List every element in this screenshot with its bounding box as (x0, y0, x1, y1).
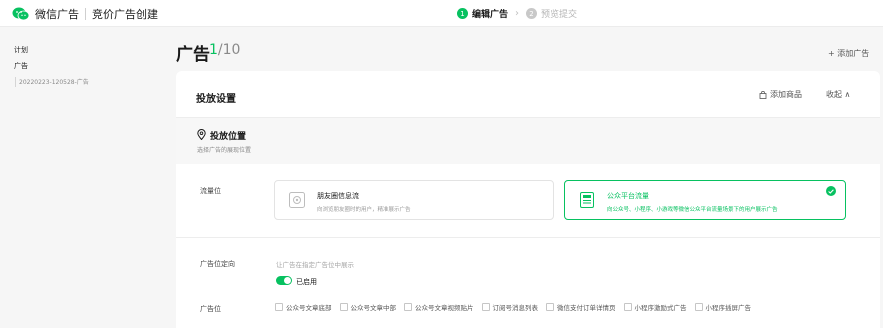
targeting-toggle[interactable] (276, 276, 292, 285)
position-checkbox-label: 公众号文章底部 (286, 304, 332, 312)
page-name: 竞价广告创建 (92, 8, 158, 21)
traffic-option-moments-desc: 向浏览朋友圈时的用户，精准展示广告 (317, 207, 411, 213)
position-checkbox[interactable]: 公众号文章底部 (275, 302, 332, 312)
traffic-option-official-platform-desc: 向公众号、小程序、小游戏等微信公众平台流量场景下的用户展示广告 (607, 207, 778, 213)
position-checkbox-label: 小程序插屏广告 (705, 304, 752, 312)
collapse-button[interactable]: 收起 ∧ (826, 89, 850, 100)
positions-label: 广告位 (200, 305, 221, 313)
targeting-hint: 让广告在指定广告位中展示 (276, 261, 354, 269)
step-arrow-icon: › (515, 8, 520, 19)
official-account-icon (580, 192, 594, 208)
location-pin-icon (197, 129, 206, 140)
step-2-number: 2 (526, 8, 538, 19)
delivery-settings-card: 投放设置 添加商品 收起 ∧ 投放位置 选择广告的展现位置 流量位 朋友圈信息流… (176, 71, 880, 328)
traffic-option-official-platform[interactable]: 公众平台流量 向公众号、小程序、小游戏等微信公众平台流量场景下的用户展示广告 (564, 180, 846, 220)
ad-count: 1/10 (209, 42, 240, 58)
sidebar-item-ad-entry[interactable]: 20220223-120528-广告 (19, 77, 89, 86)
checkbox-icon[interactable] (546, 303, 554, 311)
location-title: 投放位置 (210, 132, 247, 142)
ad-count-total: /10 (217, 42, 241, 58)
sidebar-tree-line (15, 77, 16, 87)
checkbox-icon[interactable] (339, 303, 348, 311)
checkbox-icon[interactable] (404, 303, 412, 311)
add-product-button[interactable]: 添加商品 (759, 89, 802, 100)
traffic-option-moments-title: 朋友圈信息流 (317, 192, 359, 200)
card-title: 投放设置 (196, 94, 236, 105)
section-divider (176, 237, 880, 238)
position-checkbox-label: 公众号文章视频贴片 (415, 304, 474, 312)
selected-check-icon (826, 186, 836, 196)
brand: 微信广告 竞价广告创建 (12, 6, 158, 22)
checkbox-icon[interactable] (481, 303, 490, 311)
add-ad-button[interactable]: + 添加广告 (828, 48, 869, 59)
position-checkbox[interactable]: 微信支付订单详情页 (546, 302, 616, 312)
step-1-label: 编辑广告 (472, 10, 509, 20)
step-indicator: 1 编辑广告 › 2 预览提交 (457, 7, 577, 20)
sidebar-item-plan[interactable]: 计划 (14, 45, 28, 55)
checkbox-icon[interactable] (275, 303, 283, 311)
moments-icon (289, 192, 305, 208)
position-checkbox[interactable]: 订阅号消息列表 (481, 302, 539, 312)
step-1-number: 1 (457, 8, 468, 19)
position-checkbox-label: 订阅号消息列表 (492, 304, 539, 312)
position-checkbox[interactable]: 小程序插屏广告 (694, 302, 752, 312)
top-bar: 微信广告 竞价广告创建 1 编辑广告 › 2 预览提交 (0, 0, 883, 27)
traffic-label: 流量位 (200, 187, 221, 195)
traffic-option-moments[interactable]: 朋友圈信息流 向浏览朋友圈时的用户，精准展示广告 (274, 180, 554, 220)
location-section-header: 投放位置 选择广告的展现位置 (176, 118, 880, 164)
location-subtitle: 选择广告的展现位置 (197, 147, 252, 154)
targeting-label: 广告位定向 (200, 260, 235, 268)
position-checkbox-label: 微信支付订单详情页 (557, 304, 616, 312)
sidebar-item-ad[interactable]: 广告 (14, 61, 28, 71)
targeting-toggle-label: 已启用 (296, 278, 317, 286)
header-divider (85, 8, 86, 20)
toggle-knob (284, 277, 291, 284)
step-2-label: 预览提交 (541, 10, 578, 20)
position-checkbox[interactable]: 公众号文章视频贴片 (404, 302, 474, 312)
sidebar (0, 28, 160, 328)
position-checkbox-label: 小程序激励式广告 (634, 304, 687, 312)
page-title: 广告 (176, 45, 210, 65)
wechat-logo-icon (12, 7, 30, 21)
position-checkbox[interactable]: 公众号文章中部 (339, 302, 397, 312)
add-product-label: 添加商品 (770, 90, 802, 99)
app-name[interactable]: 微信广告 (35, 6, 79, 22)
position-checkbox[interactable]: 小程序激励式广告 (623, 302, 687, 312)
checkbox-icon[interactable] (694, 303, 703, 311)
position-checkbox-label: 公众号文章中部 (350, 304, 397, 312)
shopping-bag-icon (759, 90, 767, 99)
ad-count-current: 1 (209, 42, 218, 58)
positions-checkbox-group: 公众号文章底部 公众号文章中部 公众号文章视频贴片 订阅号消息列表 微信支付订单… (275, 302, 759, 312)
checkbox-icon[interactable] (623, 303, 632, 311)
traffic-option-official-platform-title: 公众平台流量 (607, 192, 649, 200)
